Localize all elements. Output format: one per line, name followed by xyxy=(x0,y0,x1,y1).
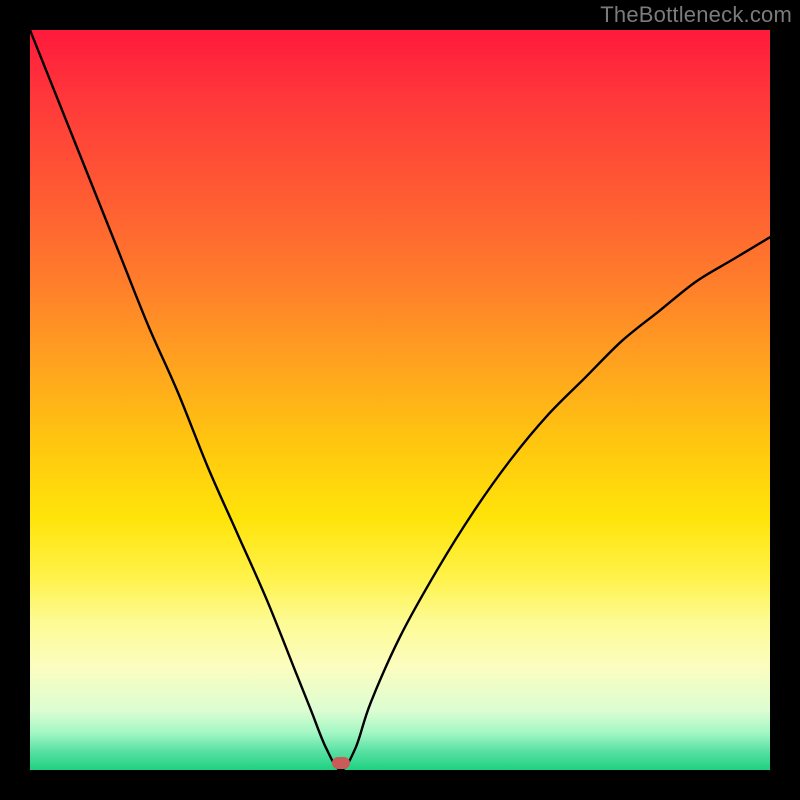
optimum-marker xyxy=(332,757,350,769)
curve-layer xyxy=(30,30,770,770)
bottleneck-curve xyxy=(30,30,770,770)
watermark-text: TheBottleneck.com xyxy=(600,2,792,28)
plot-area xyxy=(30,30,770,770)
chart-frame: TheBottleneck.com xyxy=(0,0,800,800)
